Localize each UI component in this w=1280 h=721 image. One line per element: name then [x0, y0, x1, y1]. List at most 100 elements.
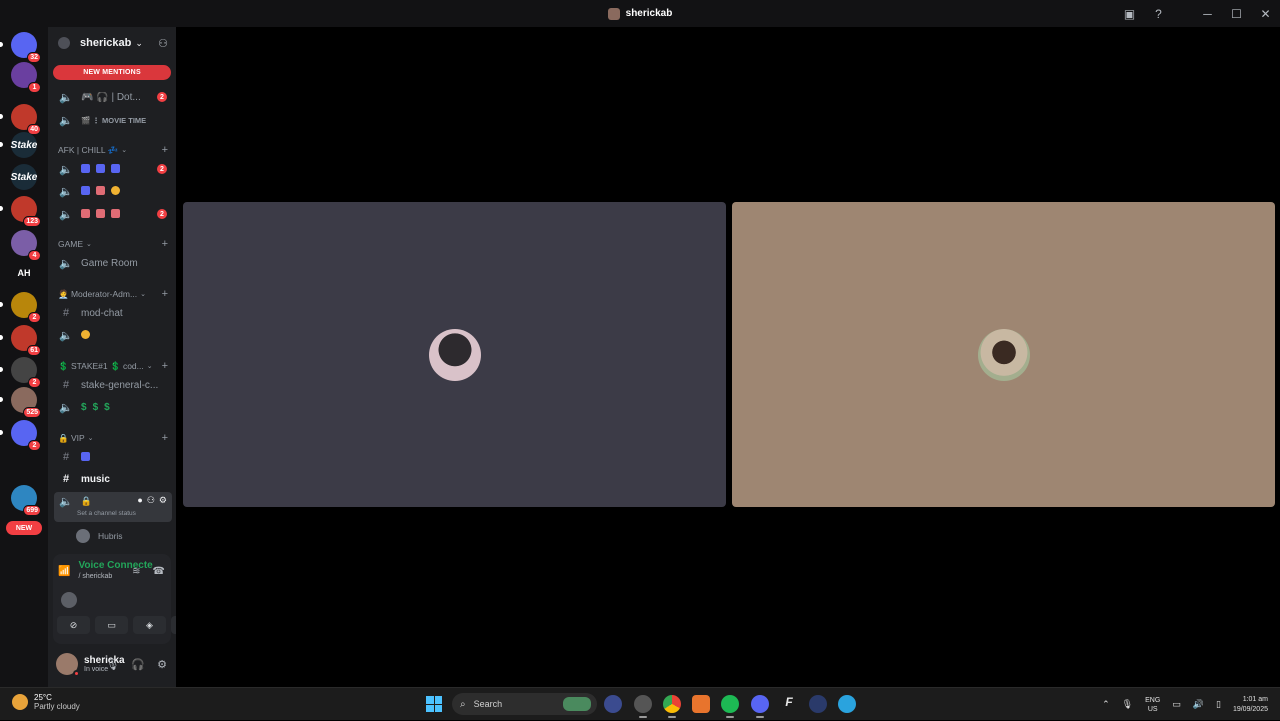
channel-sidebar: sherickab ⌄ ⚇ NEW MENTIONS 🔈 🎮 🎧 | Dot..…: [48, 27, 204, 687]
channel-mod-voice[interactable]: 🔈: [54, 325, 172, 345]
participant-tile[interactable]: [732, 202, 1275, 507]
channel-emojis: [81, 330, 96, 341]
inbox-icon[interactable]: ▣: [1115, 0, 1144, 27]
channel-stake-general[interactable]: # stake-general-c...: [54, 375, 172, 395]
new-badge[interactable]: NEW: [6, 521, 42, 535]
camera-off-button[interactable]: ⊘: [57, 616, 90, 634]
category-label: 🔒 VIP: [58, 432, 85, 443]
add-channel-icon[interactable]: +: [162, 360, 168, 372]
screen-share-button[interactable]: ▭: [95, 616, 128, 634]
server-label: Stake: [10, 139, 38, 151]
add-channel-icon[interactable]: +: [162, 238, 168, 250]
channel-emojis: [81, 452, 96, 463]
voice-stage: [176, 27, 1280, 687]
server-10-icon[interactable]: 699: [11, 485, 41, 516]
network-icon[interactable]: ▭: [1172, 699, 1181, 710]
category-game[interactable]: GAME ⌄ +: [58, 237, 170, 251]
category-afk[interactable]: AFK | CHILL 💤 ⌄ +: [58, 143, 170, 157]
category-stake[interactable]: 💲 STAKE#1 💲 cod... ⌄ +: [58, 359, 170, 373]
channel-afk-3[interactable]: 🔈 2: [54, 204, 172, 224]
hashtag-icon: #: [62, 307, 70, 319]
chat-icon[interactable]: ●: [137, 495, 142, 506]
app-icon[interactable]: [692, 695, 710, 713]
folder-icon[interactable]: [11, 453, 37, 479]
minimize-button[interactable]: ─: [1193, 0, 1222, 27]
avatar[interactable]: [56, 653, 80, 677]
search-box[interactable]: ⌕ Search: [452, 693, 597, 715]
add-channel-icon[interactable]: +: [162, 144, 168, 156]
channel-mod-chat[interactable]: # mod-chat: [54, 303, 172, 323]
chevron-up-icon[interactable]: ⌃: [1102, 699, 1110, 710]
channel-afk-1[interactable]: 🔈 2: [54, 159, 172, 179]
maximize-button[interactable]: ☐: [1222, 0, 1251, 27]
server-rail: 32 1 40 Stake Stake 123 4 AH 2 61 2 525 2 699 NEW: [0, 27, 48, 687]
server-6-icon[interactable]: 61: [11, 325, 41, 356]
gear-icon[interactable]: ⚙: [157, 658, 167, 671]
spotify-icon[interactable]: [721, 695, 739, 718]
channel-game-room[interactable]: 🔈 Game Room: [54, 253, 172, 273]
disconnect-icon[interactable]: ☎: [153, 566, 165, 577]
server-stake-1-icon[interactable]: Stake: [11, 132, 37, 158]
server-8-icon[interactable]: 525: [11, 387, 41, 418]
server-3-icon[interactable]: 123: [11, 196, 41, 227]
volume-icon[interactable]: 🔊: [1193, 699, 1204, 710]
channel-movie-time[interactable]: 🔈 🎬 ⋮ MOVIE TIME: [54, 110, 172, 130]
signal-icon[interactable]: 📶: [58, 566, 70, 577]
date: 19/09/2025: [1232, 705, 1268, 713]
channel-status[interactable]: Set a channel status: [77, 510, 136, 517]
status-dot: [73, 670, 80, 677]
weather-widget[interactable]: 25°C Partly cloudy: [12, 693, 80, 711]
server-5-icon[interactable]: 2: [11, 292, 41, 323]
add-channel-icon[interactable]: +: [162, 288, 168, 300]
add-channel-icon[interactable]: +: [162, 432, 168, 444]
app-icon[interactable]: [604, 695, 622, 713]
server-1-icon[interactable]: 1: [11, 62, 41, 93]
server-name: sherickab: [80, 37, 132, 49]
close-button[interactable]: ✕: [1251, 0, 1280, 27]
channel-emojis: [81, 209, 126, 220]
channel-afk-2[interactable]: 🔈: [54, 181, 172, 201]
invite-icon[interactable]: ⚇: [158, 37, 168, 50]
language-indicator[interactable]: ENG US: [1145, 696, 1160, 714]
category-moderator[interactable]: 🧑‍💼 Moderator-Adm... ⌄ +: [58, 287, 170, 301]
voice-member[interactable]: Hubris: [76, 528, 123, 544]
avatar: [977, 328, 1030, 381]
new-mentions-button[interactable]: NEW MENTIONS: [53, 65, 171, 80]
activity-button[interactable]: ◈: [133, 616, 166, 634]
window-title: sherickab: [607, 7, 672, 20]
telegram-icon[interactable]: [838, 695, 856, 713]
channel-music[interactable]: # music: [54, 469, 172, 489]
server-ah-icon[interactable]: AH: [11, 260, 37, 286]
help-icon[interactable]: ?: [1144, 0, 1173, 27]
category-vip[interactable]: 🔒 VIP ⌄ +: [58, 431, 170, 445]
mic-icon[interactable]: 🎙: [105, 658, 119, 671]
server-7-icon[interactable]: 2: [11, 357, 41, 388]
active-voice-channel[interactable]: 🔈 🔒 ● ⚇ ⚙ Set a channel status: [54, 492, 172, 522]
gear-icon[interactable]: ⚙: [159, 495, 167, 506]
app-icon[interactable]: [634, 695, 652, 718]
channel-stake-voice[interactable]: 🔈 $ $ $: [54, 397, 172, 417]
server-stake-2-icon[interactable]: Stake: [11, 164, 37, 190]
server-2-icon[interactable]: 40: [11, 104, 41, 135]
channel-vip-text[interactable]: #: [54, 447, 172, 467]
app-icon[interactable]: F: [780, 695, 798, 713]
participant-tile[interactable]: [183, 202, 726, 507]
channel-dota[interactable]: 🔈 🎮 🎧 | Dot... 2: [54, 87, 172, 107]
start-button[interactable]: [426, 696, 442, 712]
noise-suppression-icon[interactable]: ≋: [132, 566, 140, 577]
app-icon[interactable]: [809, 695, 827, 713]
search-icon: ⌕: [460, 698, 466, 710]
chrome-icon[interactable]: [663, 695, 681, 718]
clock[interactable]: 1:01 am 19/09/2025: [1233, 695, 1268, 715]
mic-icon[interactable]: 🎙: [1122, 699, 1133, 710]
speaker-icon: 🔈: [59, 496, 73, 508]
server-9-icon[interactable]: 2: [11, 420, 41, 451]
channel-label: stake-general-c...: [81, 379, 159, 391]
discord-icon[interactable]: [751, 695, 769, 718]
headphones-icon[interactable]: 🎧: [131, 658, 145, 671]
server-4-icon[interactable]: 4: [11, 230, 41, 261]
server-header[interactable]: sherickab ⌄ ⚇: [48, 27, 176, 59]
battery-icon[interactable]: ▯: [1216, 699, 1221, 710]
add-member-icon[interactable]: ⚇: [147, 495, 155, 506]
direct-messages-icon[interactable]: 32: [11, 32, 41, 63]
